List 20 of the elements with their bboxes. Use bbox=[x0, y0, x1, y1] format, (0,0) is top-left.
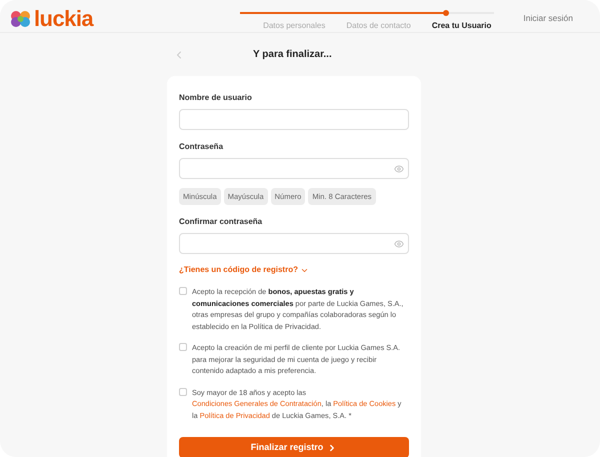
input-field[interactable] bbox=[179, 109, 409, 130]
step-label: Crea tu Usuario bbox=[432, 20, 492, 32]
show-password-icon[interactable] bbox=[394, 238, 404, 249]
step-label: Datos personales bbox=[263, 20, 326, 32]
checkbox[interactable] bbox=[179, 388, 187, 396]
registration-code-link[interactable]: ¿Tienes un código de registro? bbox=[179, 264, 409, 276]
field-label: Confirmar contraseña bbox=[179, 216, 264, 228]
submit-button[interactable]: Finalizar registro bbox=[179, 437, 409, 457]
page-title: Y para finalizar... bbox=[253, 48, 332, 62]
clover-logo-icon bbox=[10, 10, 32, 28]
checkbox[interactable] bbox=[179, 343, 187, 352]
password-field[interactable] bbox=[179, 158, 409, 179]
field-label: Contraseña bbox=[179, 141, 224, 153]
password-field[interactable] bbox=[179, 233, 409, 254]
brand-logo: luckia bbox=[34, 8, 94, 30]
checkbox[interactable] bbox=[179, 287, 187, 296]
login-link[interactable]: Iniciar sesión bbox=[523, 12, 573, 25]
show-password-icon[interactable] bbox=[394, 164, 404, 174]
step-label: Datos de contacto bbox=[346, 20, 411, 32]
field-label: Nombre de usuario bbox=[179, 92, 253, 104]
